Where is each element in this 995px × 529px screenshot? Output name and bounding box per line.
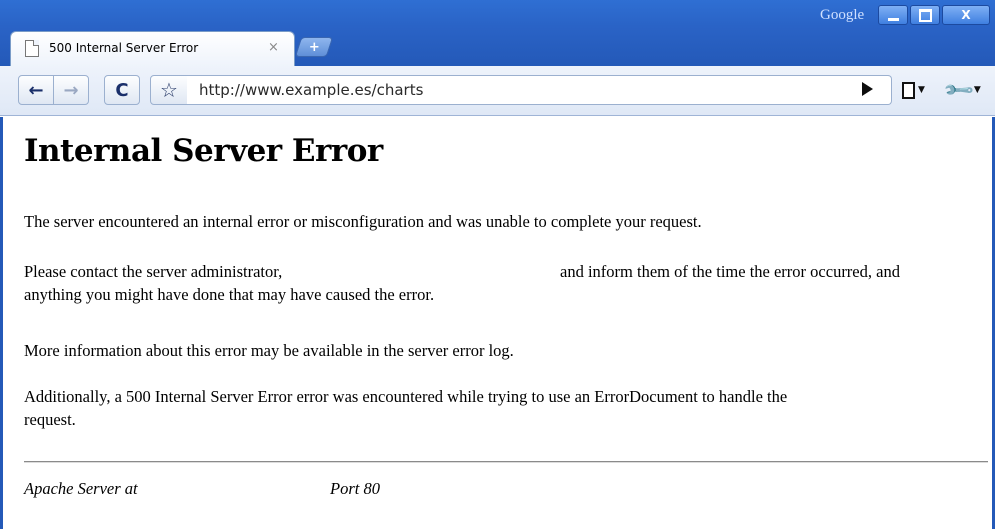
back-button[interactable]: ← <box>18 75 54 105</box>
window-border-left <box>0 117 3 529</box>
browser-tab-active[interactable]: 500 Internal Server Error × <box>10 31 295 67</box>
page-menu-icon <box>902 81 915 99</box>
errordocument-text-line2: request. <box>24 410 76 429</box>
wrench-icon: 🔧 <box>941 72 976 108</box>
minimize-button[interactable] <box>878 5 908 25</box>
star-icon: ☆ <box>160 78 178 102</box>
close-window-label: X <box>961 8 971 22</box>
log-info-text: More information about this error may be… <box>24 341 514 360</box>
contact-text-part1: Please contact the server administrator, <box>24 262 283 281</box>
document-icon <box>25 40 39 57</box>
bookmark-star-button[interactable]: ☆ <box>150 75 188 105</box>
server-signature-part1: Apache Server at <box>24 479 138 498</box>
server-signature-part2: Port 80 <box>330 479 380 498</box>
play-icon[interactable] <box>862 82 873 96</box>
close-window-button[interactable]: X <box>942 5 990 25</box>
google-brand-label: Google <box>820 7 865 23</box>
page-menu-button[interactable]: ▼ <box>902 78 942 102</box>
plus-icon: + <box>308 39 320 55</box>
back-arrow-icon: ← <box>28 79 44 101</box>
reload-icon: C <box>115 79 129 101</box>
tools-menu-button[interactable]: 🔧 ▼ <box>941 73 994 108</box>
chevron-down-icon: ▼ <box>918 85 925 95</box>
page-title: Internal Server Error <box>24 133 383 169</box>
window-titlebar[interactable]: Google X 500 Internal Server Error × + <box>0 0 995 67</box>
page-content: Internal Server Error The server encount… <box>0 117 995 529</box>
error-description: The server encountered an internal error… <box>24 212 702 231</box>
maximize-icon <box>918 8 932 22</box>
new-tab-button[interactable]: + <box>294 37 334 57</box>
contact-text-line2: anything you might have done that may ha… <box>24 285 435 304</box>
address-bar[interactable]: http://www.example.es/charts <box>187 75 892 105</box>
url-text[interactable]: http://www.example.es/charts <box>199 81 423 99</box>
divider <box>24 461 988 463</box>
forward-button[interactable]: → <box>53 75 89 105</box>
tab-title: 500 Internal Server Error <box>49 41 199 55</box>
browser-toolbar: ← → C ☆ http://www.example.es/charts ▼ 🔧… <box>0 66 995 116</box>
errordocument-text-line1: Additionally, a 500 Internal Server Erro… <box>24 387 788 406</box>
minimize-icon <box>887 17 899 21</box>
reload-button[interactable]: C <box>104 75 140 105</box>
maximize-button[interactable] <box>910 5 940 25</box>
forward-arrow-icon: → <box>63 79 79 101</box>
tab-close-icon[interactable]: × <box>268 40 279 55</box>
contact-text-part2: and inform them of the time the error oc… <box>560 262 900 281</box>
